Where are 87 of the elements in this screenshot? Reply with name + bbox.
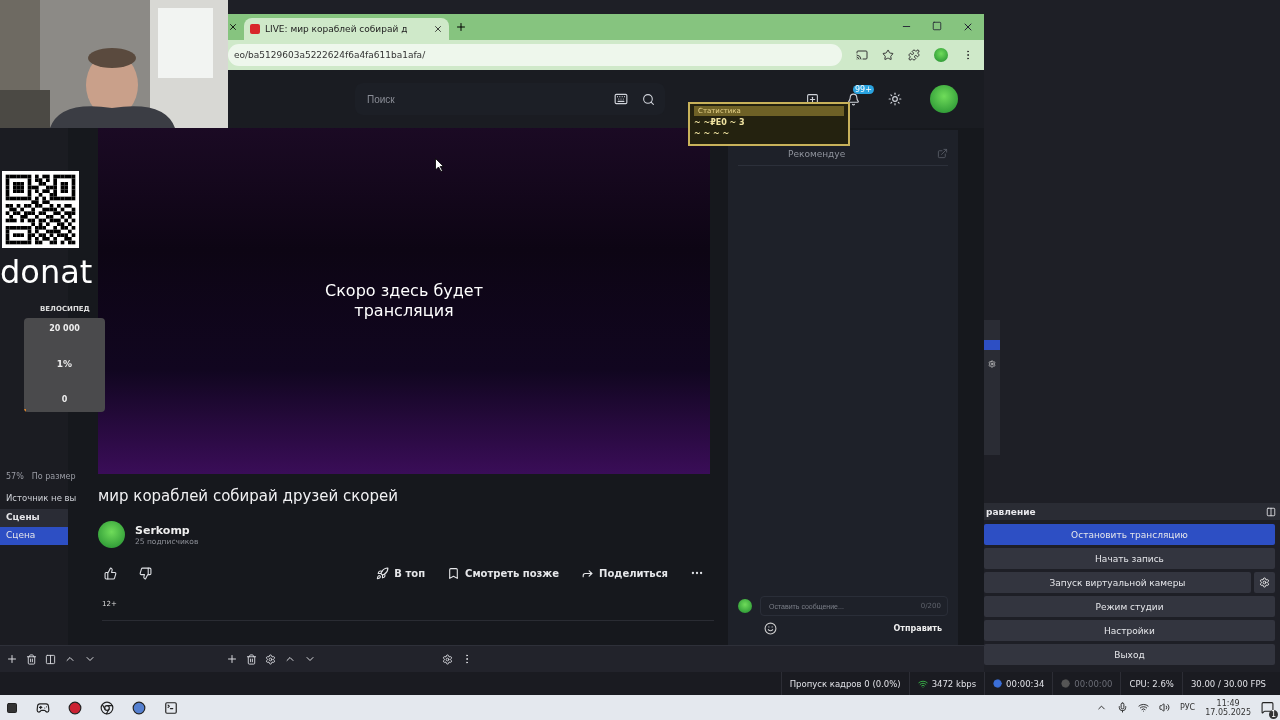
- close-icon[interactable]: [228, 22, 238, 32]
- bell-icon[interactable]: [847, 92, 860, 106]
- settings-icon[interactable]: [265, 653, 276, 665]
- goal-percent: 1%: [56, 359, 73, 369]
- terminal-icon[interactable]: [164, 700, 178, 715]
- bitrate: 3472 kbps: [931, 678, 977, 689]
- action-button[interactable]: Смотреть позже: [447, 566, 560, 580]
- stream-icon: [993, 679, 1003, 688]
- scene-item[interactable]: Сцена: [0, 527, 68, 545]
- bookmark-icon: [447, 566, 461, 580]
- channel-avatar[interactable]: [98, 521, 125, 548]
- zoom-level: 57%: [6, 471, 24, 481]
- browser-tab[interactable]: LIVE: мир кораблей собирай д: [244, 18, 449, 40]
- video-message: Скоро здесь будет трансляция: [324, 281, 484, 321]
- search-bar[interactable]: Поиск: [355, 83, 665, 115]
- language[interactable]: РУС: [1179, 703, 1196, 712]
- search-field[interactable]: Поиск: [365, 92, 600, 106]
- signal-icon: [917, 678, 928, 689]
- notification-badge: 99+: [853, 84, 874, 94]
- new-tab-icon[interactable]: [455, 21, 467, 33]
- clock-time: 11:49: [1216, 698, 1240, 708]
- stats-row-text: ~ ~₽E0 ~ 3: [694, 118, 746, 127]
- close-icon[interactable]: [962, 21, 974, 33]
- browser-icon[interactable]: [100, 700, 114, 715]
- cast-icon[interactable]: [856, 49, 868, 61]
- volume-icon[interactable]: [1158, 702, 1170, 713]
- cursor-icon: [435, 158, 444, 172]
- windows-icon[interactable]: [6, 701, 18, 714]
- extensions-icon[interactable]: [908, 49, 920, 61]
- chat-avatar: [738, 599, 752, 613]
- dropped-frames: Пропуск кадров 0 (0.0%): [789, 678, 901, 689]
- clock-date: 17.05.2025: [1205, 707, 1251, 717]
- trash-icon[interactable]: [26, 653, 37, 665]
- control-button[interactable]: Режим студии: [984, 596, 1275, 617]
- scale-mode: По размер: [31, 471, 76, 481]
- control-button[interactable]: Начать запись: [984, 548, 1275, 569]
- goal-max: 20 000: [49, 324, 80, 333]
- search-icon[interactable]: [642, 92, 655, 106]
- app-icon[interactable]: [68, 700, 82, 715]
- trash-icon[interactable]: [246, 653, 257, 665]
- strip-selection: [984, 340, 1000, 350]
- rocket-icon: [376, 566, 390, 580]
- add-icon[interactable]: [226, 653, 238, 665]
- settings-icon[interactable]: [988, 360, 996, 368]
- scenes-header: Сцены: [0, 509, 68, 527]
- theme-icon[interactable]: [888, 92, 902, 106]
- goal-min: 0: [61, 395, 68, 404]
- stream-time: 00:00:34: [1006, 678, 1045, 689]
- action-button[interactable]: В топ: [376, 566, 426, 580]
- source-status: Источник не вы: [6, 493, 77, 503]
- donat-label: donat: [0, 252, 93, 292]
- notification-count: 1: [1268, 710, 1278, 719]
- address-field[interactable]: eo/ba5129603a5222624f6a4fa611ba1afa/: [228, 44, 842, 66]
- control-button[interactable]: Настройки: [984, 620, 1275, 641]
- video-title: мир кораблей собирай друзей скорей: [98, 487, 399, 505]
- notifications-icon[interactable]: [1261, 701, 1274, 714]
- user-avatar[interactable]: [930, 85, 958, 113]
- action-button[interactable]: Поделиться: [581, 566, 668, 580]
- record-time: 00:00:00: [1074, 678, 1113, 689]
- cpu-usage: CPU: 2.6%: [1129, 678, 1174, 689]
- record-icon: [1061, 679, 1071, 688]
- emoji-icon[interactable]: [764, 622, 777, 635]
- dislike-icon[interactable]: [139, 566, 152, 580]
- control-button[interactable]: Остановить трансляцию: [984, 524, 1275, 545]
- bookmark-star-icon[interactable]: [882, 49, 894, 61]
- like-icon[interactable]: [104, 566, 117, 580]
- undock-icon[interactable]: [1266, 506, 1276, 517]
- settings-icon[interactable]: [442, 653, 453, 665]
- maximize-icon[interactable]: [932, 21, 942, 31]
- chat-tab[interactable]: Рекомендуе: [738, 148, 846, 159]
- control-button[interactable]: Выход: [984, 644, 1275, 665]
- add-icon[interactable]: [6, 653, 18, 665]
- app-icon[interactable]: [132, 700, 146, 715]
- controls-header: равление: [984, 503, 1280, 520]
- mic-icon[interactable]: [1116, 702, 1128, 713]
- channel-name[interactable]: Serkomp: [135, 523, 199, 537]
- filter-icon[interactable]: [45, 653, 56, 665]
- network-icon[interactable]: [1137, 702, 1149, 713]
- control-button[interactable]: Запуск виртуальной камеры: [984, 572, 1251, 593]
- gamepad-icon[interactable]: [36, 700, 50, 715]
- settings-button[interactable]: [1254, 572, 1275, 593]
- send-button[interactable]: Отправить: [887, 623, 948, 634]
- keyboard-icon[interactable]: [614, 92, 628, 106]
- close-icon[interactable]: [433, 24, 443, 34]
- fps: 30.00 / 30.00 FPS: [1190, 678, 1266, 689]
- site-icon: [250, 24, 260, 34]
- gear-icon: [1259, 577, 1270, 588]
